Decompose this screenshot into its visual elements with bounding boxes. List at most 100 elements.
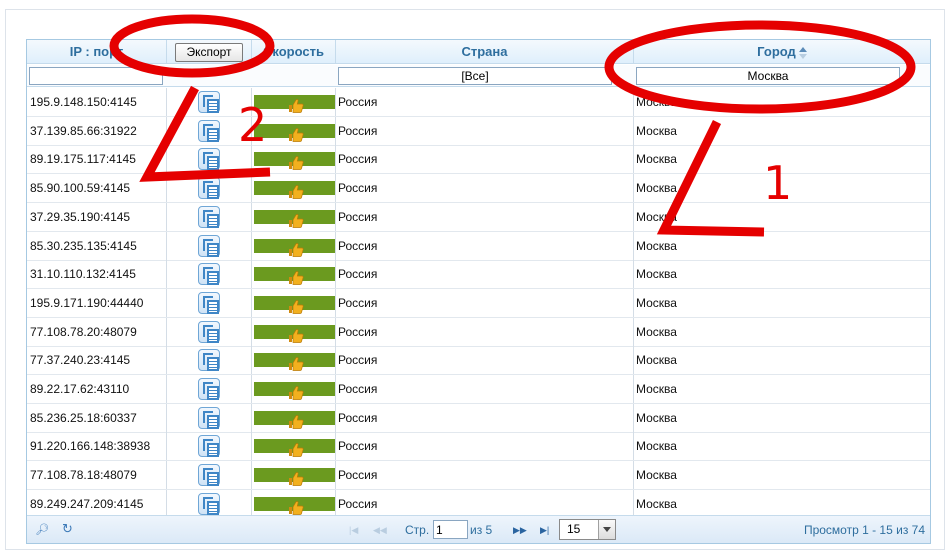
ip-port-cell: 77.108.78.18:48079	[27, 461, 167, 490]
table-row[interactable]: 77.108.78.20:48079 Россия Москва	[27, 317, 930, 347]
copy-cell	[167, 317, 252, 346]
speed-bar	[254, 410, 335, 429]
country-cell: Россия	[336, 288, 634, 317]
country-cell: Россия	[336, 88, 634, 116]
copy-icon[interactable]	[198, 378, 220, 400]
thumbs-up-icon	[288, 95, 304, 113]
speed-bar	[254, 152, 335, 171]
copy-icon[interactable]	[198, 263, 220, 286]
city-cell: Москва	[636, 382, 677, 396]
thumbs-up-icon	[288, 382, 304, 400]
table-row[interactable]: 195.9.171.190:44440 Россия Москва	[27, 288, 930, 318]
city-cell: Москва	[636, 238, 677, 253]
speed-cell	[252, 489, 336, 518]
col-header-city[interactable]: Город	[634, 40, 930, 64]
thumbs-up-icon	[288, 439, 304, 458]
col-header-speed[interactable]: Скорость	[252, 40, 336, 64]
table-row[interactable]: 77.37.240.23:4145 Россия Москва	[27, 346, 930, 376]
country-cell: Россия	[336, 231, 634, 260]
copy-icon[interactable]	[198, 406, 220, 429]
country-cell: Россия	[336, 317, 634, 346]
page-count-label: из 5	[470, 523, 493, 537]
copy-cell	[167, 432, 252, 461]
city-cell: Москва	[636, 123, 677, 138]
ip-port-cell: 85.90.100.59:4145	[27, 174, 167, 203]
speed-bar	[254, 209, 335, 228]
city-filter-input[interactable]	[636, 67, 900, 85]
speed-bar	[254, 496, 335, 515]
search-icon[interactable]: 🔎︎	[35, 523, 49, 536]
speed-cell	[252, 231, 336, 260]
page-number-input[interactable]	[433, 520, 468, 539]
thumbs-up-icon	[288, 181, 304, 199]
next-page-icon[interactable]: ▶▶	[513, 525, 527, 536]
table-row[interactable]: 89.19.175.117:4145 Россия Москва	[27, 145, 930, 175]
ip-port-cell: 37.29.35.190:4145	[27, 202, 167, 231]
sort-asc-icon[interactable]	[798, 47, 807, 60]
ip-port-cell: 85.30.235.135:4145	[27, 231, 167, 260]
copy-icon[interactable]	[198, 234, 220, 257]
table-row[interactable]: 195.9.148.150:4145 Россия Москва	[27, 88, 930, 117]
proxy-grid: IP : порт Скорость Страна Город Экспорт …	[26, 39, 931, 544]
table-row[interactable]: 37.139.85.66:31922 Россия Москва	[27, 116, 930, 146]
annotation-label-2: 2	[238, 98, 268, 152]
first-page-icon[interactable]: |◀	[349, 525, 358, 536]
thumbs-up-icon	[288, 124, 304, 142]
table-row[interactable]: 91.220.166.148:38938 Россия Москва	[27, 432, 930, 462]
prev-page-icon[interactable]: ◀◀	[373, 525, 387, 536]
table-row[interactable]: 85.30.235.135:4145 Россия Москва	[27, 231, 930, 261]
table-row[interactable]: 37.29.35.190:4145 Россия Москва	[27, 202, 930, 232]
ip-filter-input[interactable]	[29, 67, 163, 85]
city-cell: Москва	[636, 496, 677, 511]
city-cell: Москва	[636, 410, 677, 425]
copy-icon[interactable]	[198, 205, 220, 228]
table-row[interactable]: 85.236.25.18:60337 Россия Москва	[27, 403, 930, 433]
chevron-down-icon[interactable]	[598, 520, 615, 539]
country-filter-select[interactable]	[338, 67, 612, 85]
copy-icon[interactable]	[198, 91, 220, 113]
grid-header: IP : порт Скорость Страна Город Экспорт	[27, 40, 930, 64]
city-cell: Москва	[636, 353, 677, 368]
col-header-country[interactable]: Страна	[336, 40, 634, 64]
ip-port-cell: 85.236.25.18:60337	[27, 403, 167, 432]
last-page-icon[interactable]: ▶|	[540, 525, 549, 536]
speed-bar	[254, 468, 335, 486]
country-cell: Россия	[336, 489, 634, 518]
col-header-city-label: Город	[757, 44, 796, 59]
page-size-select[interactable]: 15	[559, 519, 616, 540]
table-row[interactable]: 31.10.110.132:4145 Россия Москва	[27, 260, 930, 290]
copy-icon[interactable]	[198, 177, 220, 200]
speed-bar	[254, 238, 335, 257]
speed-cell	[252, 174, 336, 203]
thumbs-up-icon	[288, 210, 304, 228]
copy-icon[interactable]	[198, 148, 220, 171]
filter-row	[27, 65, 930, 87]
ip-port-cell: 37.139.85.66:31922	[27, 116, 167, 145]
copy-cell	[167, 202, 252, 231]
refresh-icon[interactable]: ↻	[62, 521, 73, 537]
export-button[interactable]: Экспорт	[175, 43, 243, 62]
col-header-ip-label: IP : порт	[69, 44, 124, 59]
copy-icon[interactable]	[198, 291, 220, 314]
copy-icon[interactable]	[198, 464, 220, 487]
thumbs-up-icon	[288, 468, 304, 486]
copy-icon[interactable]	[198, 492, 220, 515]
copy-icon[interactable]	[198, 320, 220, 343]
page-label: Стр.	[405, 523, 430, 537]
table-row[interactable]: 89.22.17.62:43110 Россия Москва	[27, 375, 930, 404]
city-cell: Москва	[636, 295, 677, 310]
country-cell: Россия	[336, 174, 634, 203]
table-row[interactable]: 77.108.78.18:48079 Россия Москва	[27, 461, 930, 491]
annotation-label-1: 1	[763, 156, 793, 210]
copy-cell	[167, 288, 252, 317]
ip-port-cell: 77.37.240.23:4145	[27, 346, 167, 375]
copy-icon[interactable]	[198, 435, 220, 458]
copy-icon[interactable]	[198, 349, 220, 372]
copy-cell	[167, 461, 252, 490]
country-cell: Россия	[336, 202, 634, 231]
copy-cell	[167, 489, 252, 518]
copy-icon[interactable]	[198, 119, 220, 142]
table-row[interactable]: 85.90.100.59:4145 Россия Москва	[27, 174, 930, 204]
col-header-ip[interactable]: IP : порт	[27, 40, 167, 64]
speed-cell	[252, 260, 336, 289]
